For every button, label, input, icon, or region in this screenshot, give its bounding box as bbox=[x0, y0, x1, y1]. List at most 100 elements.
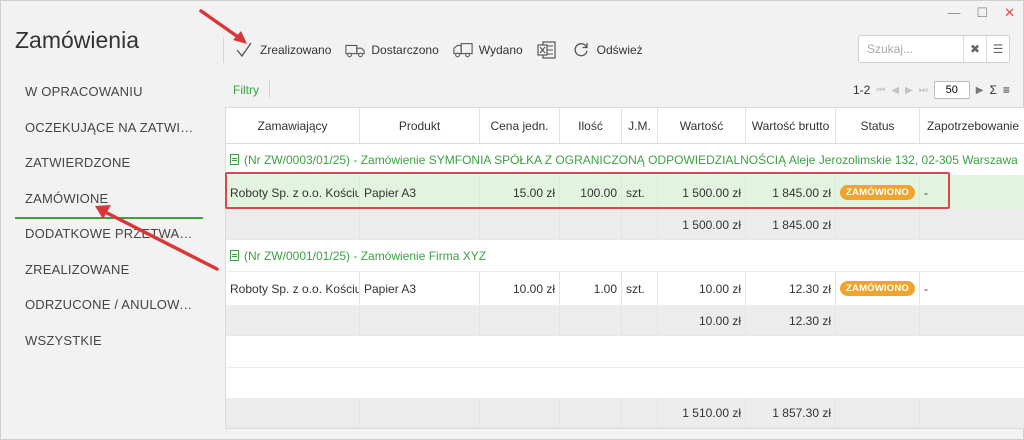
search-box: ✖ ☰ bbox=[858, 35, 1010, 63]
group-title: (Nr ZW/0003/01/25) - Zamówienie SYMFONIA… bbox=[244, 152, 1018, 167]
sum-cell-empty bbox=[836, 210, 920, 239]
delivery-truck-icon bbox=[453, 43, 473, 58]
dostarczono-button[interactable]: Dostarczono bbox=[345, 40, 439, 60]
cell-cena: 15.00 zł bbox=[480, 176, 560, 209]
filters-separator bbox=[269, 80, 270, 98]
wydano-label: Wydano bbox=[478, 43, 523, 57]
table-row[interactable]: Roboty Sp. z o.o. Kościuszki 2 Papier A3… bbox=[226, 272, 1024, 306]
sum-cell-empty bbox=[622, 306, 658, 335]
zrealizowano-button[interactable]: Zrealizowano bbox=[234, 40, 331, 60]
sidebar-item-wszystkie[interactable]: WSZYSTKIE bbox=[1, 326, 199, 362]
sum-wartosc-brutto: 12.30 zł bbox=[746, 306, 836, 335]
pager: 1-2 ⏮ ◀ ▶ ⏭ ▶ Σ ≡ bbox=[853, 81, 1010, 99]
empty-row bbox=[226, 368, 1024, 400]
total-wartosc-brutto: 1 857.30 zł bbox=[746, 398, 836, 427]
col-header-produkt[interactable]: Produkt bbox=[360, 108, 480, 143]
sidebar: Zamówienia W OPRACOWANIU OCZEKUJĄCE NA Z… bbox=[1, 1, 211, 439]
toolbar: Zrealizowano Dostarczono Wydano Odśwież bbox=[223, 35, 657, 65]
wydano-button[interactable]: Wydano bbox=[453, 40, 523, 60]
col-header-wartosc[interactable]: Wartość bbox=[658, 108, 746, 143]
cell-jm: szt. bbox=[622, 176, 658, 209]
toolbar-separator bbox=[223, 37, 224, 63]
document-icon bbox=[230, 250, 239, 261]
truck-icon bbox=[345, 44, 366, 58]
page-size-input[interactable] bbox=[933, 81, 970, 99]
sum-cell-empty bbox=[226, 306, 360, 335]
sidebar-item-odrzucone[interactable]: ODRZUCONE / ANULOWANE bbox=[1, 290, 199, 326]
sum-cell-empty bbox=[622, 210, 658, 239]
col-header-zapotrzebowanie[interactable]: Zapotrzebowanie bbox=[920, 108, 1024, 143]
next-page-icon[interactable]: ▶ bbox=[905, 85, 913, 96]
cell-produkt: Papier A3 bbox=[360, 176, 480, 209]
grid-header: Zamawiający Produkt Cena jedn. Ilość J.M… bbox=[226, 108, 1024, 144]
cell-ilosc: 1.00 bbox=[560, 272, 622, 305]
orders-grid: Zamawiający Produkt Cena jedn. Ilość J.M… bbox=[225, 107, 1024, 429]
table-row[interactable]: Roboty Sp. z o.o. Kościuszki 2 Papier A3… bbox=[226, 176, 1024, 210]
cell-zamawiajacy: Roboty Sp. z o.o. Kościuszki 2 bbox=[226, 272, 360, 305]
filters-link[interactable]: Filtry bbox=[233, 83, 259, 97]
sum-wartosc-brutto: 1 845.00 zł bbox=[746, 210, 836, 239]
sidebar-item-zrealizowane[interactable]: ZREALIZOWANE bbox=[1, 255, 199, 291]
status-badge: ZAMÓWIONO bbox=[840, 185, 916, 200]
odswiez-label: Odśwież bbox=[596, 43, 643, 57]
maximize-icon[interactable]: ☐ bbox=[976, 5, 988, 21]
sum-cell-empty bbox=[920, 210, 1024, 239]
odswiez-button[interactable]: Odśwież bbox=[571, 40, 643, 60]
col-header-cena[interactable]: Cena jedn. bbox=[480, 108, 560, 143]
search-input[interactable] bbox=[867, 42, 963, 56]
sum-cell-empty bbox=[920, 398, 1024, 427]
cell-zamawiajacy: Roboty Sp. z o.o. Kościuszki 2 bbox=[226, 176, 360, 209]
sum-cell-empty bbox=[226, 210, 360, 239]
pager-range: 1-2 bbox=[853, 83, 871, 97]
cell-zapotrzebowanie: - bbox=[924, 185, 928, 200]
sidebar-item-zamowione[interactable]: ZAMÓWIONE bbox=[15, 184, 203, 219]
cell-ilosc: 100.00 bbox=[560, 176, 622, 209]
cell-wartosc: 10.00 zł bbox=[658, 272, 746, 305]
app-window: — ☐ ✕ Zamówienia W OPRACOWANIU OCZEKUJĄC… bbox=[0, 0, 1024, 440]
sum-cell-empty bbox=[836, 398, 920, 427]
export-excel-button[interactable] bbox=[537, 40, 557, 60]
zrealizowano-label: Zrealizowano bbox=[260, 43, 332, 57]
cell-wartosc: 1 500.00 zł bbox=[658, 176, 746, 209]
search-menu-icon[interactable]: ☰ bbox=[986, 36, 1009, 62]
sum-cell-empty bbox=[480, 306, 560, 335]
last-page-icon[interactable]: ⏭ bbox=[919, 85, 928, 96]
close-icon[interactable]: ✕ bbox=[1004, 5, 1015, 21]
grid-menu-icon[interactable]: ≡ bbox=[1003, 83, 1010, 97]
cell-wartosc-brutto: 1 845.00 zł bbox=[746, 176, 836, 209]
group-header[interactable]: (Nr ZW/0003/01/25) - Zamówienie SYMFONIA… bbox=[226, 144, 1024, 176]
empty-row bbox=[226, 336, 1024, 368]
clear-search-icon[interactable]: ✖ bbox=[963, 36, 986, 62]
group-header[interactable]: (Nr ZW/0001/01/25) - Zamówienie Firma XY… bbox=[226, 240, 1024, 272]
sum-cell-empty bbox=[622, 398, 658, 427]
prev-page-icon[interactable]: ◀ bbox=[891, 85, 899, 96]
dostarczono-label: Dostarczono bbox=[371, 43, 439, 57]
sum-cell-empty bbox=[360, 306, 480, 335]
minimize-icon[interactable]: — bbox=[947, 5, 960, 21]
status-badge: ZAMÓWIONO bbox=[840, 281, 916, 296]
sum-cell-empty bbox=[360, 398, 480, 427]
sidebar-item-oczekujace[interactable]: OCZEKUJĄCE NA ZATWIERDZENIE bbox=[1, 113, 199, 149]
excel-icon bbox=[537, 41, 556, 59]
cell-status: ZAMÓWIONO bbox=[836, 272, 920, 305]
col-header-wartosc-brutto[interactable]: Wartość brutto bbox=[746, 108, 836, 143]
col-header-zamawiajacy[interactable]: Zamawiający bbox=[226, 108, 360, 143]
sidebar-item-dodatkowe-przetwarzanie[interactable]: DODATKOWE PRZETWARZANIE bbox=[1, 219, 199, 255]
first-page-icon[interactable]: ⏮ bbox=[876, 85, 885, 96]
page-title: Zamówienia bbox=[15, 27, 139, 53]
sidebar-item-zatwierdzone[interactable]: ZATWIERDZONE bbox=[1, 148, 199, 184]
col-header-ilosc[interactable]: Ilość bbox=[560, 108, 622, 143]
cell-wartosc-brutto: 12.30 zł bbox=[746, 272, 836, 305]
sum-cell-empty bbox=[360, 210, 480, 239]
col-header-jm[interactable]: J.M. bbox=[622, 108, 658, 143]
cell-jm: szt. bbox=[622, 272, 658, 305]
sidebar-item-w-opracowaniu[interactable]: W OPRACOWANIU bbox=[1, 77, 199, 113]
col-header-status[interactable]: Status bbox=[836, 108, 920, 143]
page-size-arrow-icon[interactable]: ▶ bbox=[976, 85, 984, 96]
sum-cell-empty bbox=[480, 210, 560, 239]
sum-cell-empty bbox=[560, 306, 622, 335]
group-summary-row: 10.00 zł 12.30 zł bbox=[226, 306, 1024, 336]
sum-icon[interactable]: Σ bbox=[989, 83, 996, 97]
checkmark-icon bbox=[236, 42, 252, 58]
cell-status: ZAMÓWIONO bbox=[836, 176, 920, 209]
